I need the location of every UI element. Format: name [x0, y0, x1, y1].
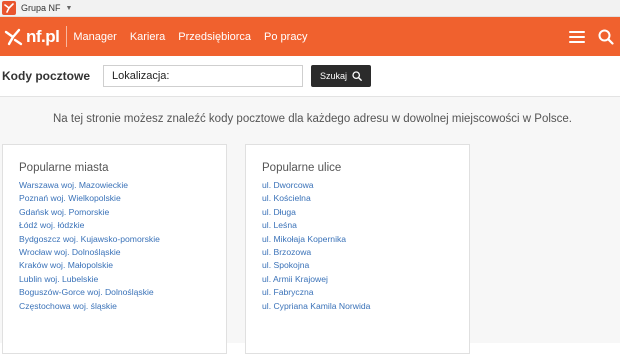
search-icon: [352, 71, 362, 81]
city-link[interactable]: Lublin woj. Lubelskie: [19, 273, 226, 286]
popular-cities-card: Popularne miasta Warszawa woj. Mazowieck…: [2, 144, 227, 354]
nav-divider: [66, 26, 68, 47]
location-label: Lokalizacja:: [112, 70, 170, 82]
group-bar: Grupa NF ▼: [0, 0, 620, 17]
street-link[interactable]: ul. Leśna: [262, 219, 469, 232]
city-link[interactable]: Częstochowa woj. śląskie: [19, 300, 226, 313]
city-link[interactable]: Bydgoszcz woj. Kujawsko-pomorskie: [19, 233, 226, 246]
street-link[interactable]: ul. Armii Krajowej: [262, 273, 469, 286]
location-input[interactable]: [173, 67, 302, 85]
page-title: Kody pocztowe: [2, 69, 91, 83]
street-link[interactable]: ul. Długa: [262, 206, 469, 219]
nf-logo-icon: [4, 28, 23, 45]
popular-streets-heading: Popularne ulice: [262, 162, 342, 174]
nf-logo-icon[interactable]: [2, 1, 16, 15]
chevron-down-icon[interactable]: ▼: [66, 5, 73, 12]
city-link[interactable]: Wrocław woj. Dolnośląskie: [19, 246, 226, 259]
postal-code-search-bar: Kody pocztowe Lokalizacja: Szukaj: [0, 56, 620, 97]
nav-link-przedsiebiorca[interactable]: Przedsiębiorca: [178, 31, 251, 43]
nav-link-po-pracy[interactable]: Po pracy: [264, 31, 307, 43]
city-link[interactable]: Warszawa woj. Mazowieckie: [19, 179, 226, 192]
group-selector[interactable]: Grupa NF: [21, 3, 61, 13]
nav-link-kariera[interactable]: Kariera: [130, 31, 165, 43]
popular-streets-card: Popularne ulice ul. Dworcowa ul. Kościel…: [245, 144, 470, 354]
city-link[interactable]: Gdańsk woj. Pomorskie: [19, 206, 226, 219]
city-link[interactable]: Poznań woj. Wielkopolskie: [19, 192, 226, 205]
main-content: Na tej stronie możesz znaleźć kody poczt…: [0, 97, 620, 354]
intro-text: Na tej stronie możesz znaleźć kody poczt…: [52, 113, 573, 125]
hamburger-menu-icon[interactable]: [569, 30, 585, 43]
street-link[interactable]: ul. Kościelna: [262, 192, 469, 205]
search-icon[interactable]: [598, 29, 614, 45]
street-link[interactable]: ul. Dworcowa: [262, 179, 469, 192]
street-link[interactable]: ul. Fabryczna: [262, 286, 469, 299]
main-navbar: nf.pl Manager Kariera Przedsiębiorca Po …: [0, 17, 620, 56]
brand-logo[interactable]: nf.pl: [0, 17, 60, 56]
city-link[interactable]: Kraków woj. Małopolskie: [19, 259, 226, 272]
brand-name: nf.pl: [26, 26, 60, 46]
popular-cities-heading: Popularne miasta: [19, 162, 109, 174]
popular-cities-list: Warszawa woj. Mazowieckie Poznań woj. Wi…: [3, 179, 226, 313]
search-button[interactable]: Szukaj: [311, 65, 371, 87]
popular-streets-list: ul. Dworcowa ul. Kościelna ul. Długa ul.…: [246, 179, 469, 313]
street-link[interactable]: ul. Cypriana Kamila Norwida: [262, 300, 469, 313]
street-link[interactable]: ul. Brzozowa: [262, 246, 469, 259]
city-link[interactable]: Boguszów-Gorce woj. Dolnośląskie: [19, 286, 226, 299]
search-button-label: Szukaj: [319, 71, 347, 81]
street-link[interactable]: ul. Spokojna: [262, 259, 469, 272]
location-field[interactable]: Lokalizacja:: [103, 65, 303, 87]
nav-link-manager[interactable]: Manager: [73, 31, 116, 43]
city-link[interactable]: Łódź woj. łódzkie: [19, 219, 226, 232]
street-link[interactable]: ul. Mikołaja Kopernika: [262, 233, 469, 246]
